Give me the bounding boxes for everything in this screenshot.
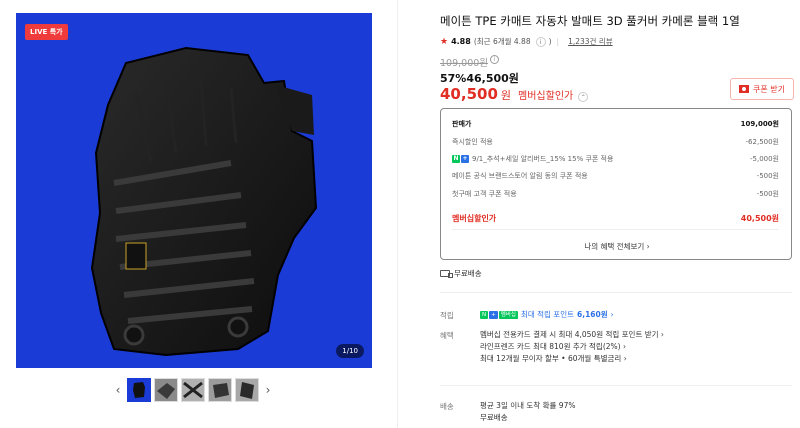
delivery-label: 배송 [440, 402, 454, 411]
image-counter: 1/10 [336, 344, 364, 358]
member-price-label: 멤버십할인가 [518, 91, 574, 102]
rating-row: ★ 4.88 (최근 6개월 4.88 i) | 1,233건 리뷰 [440, 36, 613, 47]
discount-price-row: 57%46,500원 [440, 72, 519, 85]
column-divider [397, 0, 398, 428]
price-breakdown-box: 판매가 109,000원 즉시할인 적용 -62,500원 N + 9/1_추석+… [440, 108, 792, 260]
product-title: 메이튼 TPE 카매트 자동차 발매트 3D 풀커버 카메론 블랙 1열 [440, 14, 740, 28]
member-price: 40,500 [440, 85, 498, 103]
free-shipping-label: 무료배송 [454, 269, 482, 278]
free-shipping-tag: 무료배송 [440, 268, 482, 279]
price-row-sale: 판매가 109,000원 [452, 119, 779, 129]
coupon-button-label: 쿠폰 받기 [753, 84, 785, 94]
accumulate-points: 6,160원 [577, 310, 608, 319]
truck-icon [440, 270, 453, 278]
price-row-value: 109,000원 [740, 120, 779, 128]
benefit-line[interactable]: 최대 12개월 무이자 할부 • 60개월 특별금리 › [480, 353, 664, 365]
benefit-line[interactable]: 멤버십 전용카드 결제 시 최대 4,050원 적립 포인트 받기 › [480, 329, 664, 341]
total-value: 40,500원 [740, 214, 779, 223]
chevron-up-icon[interactable]: ⌃ [578, 92, 589, 102]
price-row-label: 즉시할인 적용 [452, 138, 493, 146]
view-all-benefits-link[interactable]: 나의 혜택 전체보기 › [441, 241, 793, 252]
price-info-icon[interactable]: i [490, 55, 499, 64]
price-row-store-coupon: 메이튼 공식 브랜드스토어 알림 동의 쿠폰 적용 -500원 [452, 171, 779, 181]
benefits-list: 멤버십 전용카드 결제 시 최대 4,050원 적립 포인트 받기 › 라인프렌… [480, 329, 664, 365]
price-row-label: 판매가 [452, 120, 472, 128]
chevron-left-icon[interactable]: ‹ [112, 383, 124, 397]
price-row-value: -500원 [756, 190, 779, 198]
price-row-value: -500원 [756, 172, 779, 180]
price-row-member-total: 멤버십할인가 40,500원 [452, 213, 779, 224]
total-label: 멤버십할인가 [452, 214, 497, 223]
benefit-line[interactable]: 라인프렌즈 카드 최대 810원 추가 적립(2%) › [480, 341, 664, 353]
section-divider [440, 385, 792, 386]
price-row-label: 메이튼 공식 브랜드스토어 알림 동의 쿠폰 적용 [452, 172, 588, 180]
section-divider [440, 292, 792, 293]
price-row-label: 첫구매 고객 쿠폰 적용 [452, 190, 517, 198]
thumbnail-strip: ‹ › [112, 378, 274, 402]
thumbnail-4[interactable] [208, 378, 232, 402]
coupon-icon [739, 85, 749, 93]
delivery-fee: 무료배송 [480, 413, 508, 422]
original-price: 109,000원 [440, 58, 489, 69]
benefits-label: 혜택 [440, 331, 454, 340]
rating-detail: (최근 6개월 4.88 [473, 37, 531, 46]
info-icon[interactable]: i [535, 36, 546, 47]
chevron-right-icon[interactable]: › [262, 383, 274, 397]
live-sale-badge: LIVE 특가 [25, 24, 68, 40]
price-box-divider [452, 229, 779, 230]
rating-value: 4.88 [451, 37, 471, 46]
member-price-unit: 원 [500, 89, 512, 102]
thumbnail-2[interactable] [154, 378, 178, 402]
price-row-chuseok-coupon: N + 9/1_추석+세일 알리버드_15% 15% 쿠폰 적용 -5,000원 [452, 154, 779, 164]
rating-detail-close: ) [548, 37, 552, 46]
separator: | [556, 37, 560, 46]
thumbnail-5[interactable] [235, 378, 259, 402]
delivery-estimate: 평균 3일 이내 도착 확률 97% [480, 401, 576, 410]
naver-membership-badge-icon: N + 멤버십 [480, 310, 518, 319]
thumbnail-3[interactable] [181, 378, 205, 402]
price-row-instant-discount: 즉시할인 적용 -62,500원 [452, 137, 779, 147]
accumulate-text: 최대 적립 포인트 [520, 310, 574, 319]
accumulate-points-link[interactable]: N + 멤버십 최대 적립 포인트 6,160원 › [480, 309, 614, 320]
naver-plus-badge-icon: N + [452, 155, 469, 163]
car-floor-mat-image [90, 46, 318, 357]
price-row-label: 9/1_추석+세일 알리버드_15% 15% 쿠폰 적용 [472, 155, 614, 163]
price-row-value: -5,000원 [749, 155, 779, 163]
price-row-first-purchase: 첫구매 고객 쿠폰 적용 -500원 [452, 189, 779, 199]
price-row-value: -62,500원 [745, 138, 779, 146]
star-icon: ★ [440, 36, 449, 47]
accumulate-label: 적립 [440, 311, 454, 320]
thumbnail-1[interactable] [127, 378, 151, 402]
review-count-link[interactable]: 1,233건 리뷰 [568, 36, 613, 47]
chevron-right-icon: › [610, 310, 614, 319]
delivery-info: 평균 3일 이내 도착 확률 97% 무료배송 [480, 400, 575, 424]
member-price-row: 40,500 원 멤버십할인가 ⌃ [440, 85, 589, 103]
product-image-gallery[interactable]: LIVE 특가 1/10 [16, 13, 372, 368]
coupon-download-button[interactable]: 쿠폰 받기 [730, 78, 794, 100]
